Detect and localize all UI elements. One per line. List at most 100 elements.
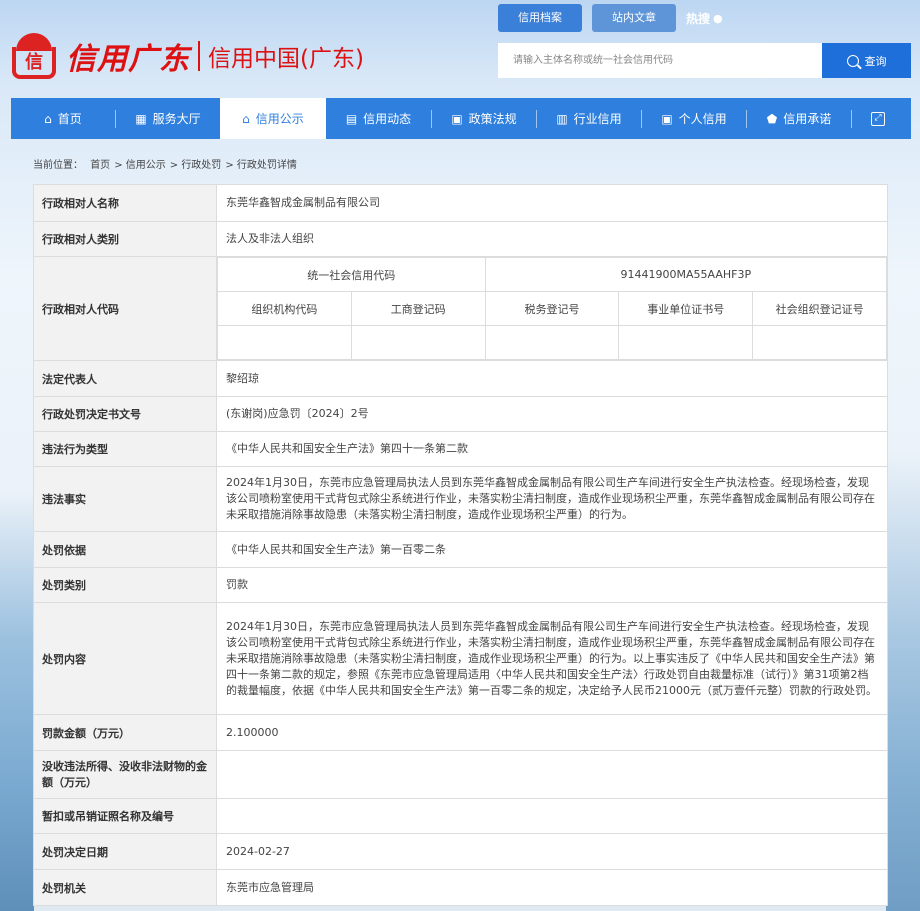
table-row: 处罚机关 东莞市应急管理局 [33, 869, 888, 906]
table-row: 违法行为类型 《中华人民共和国安全生产法》第四十一条第二款 [33, 431, 888, 467]
background-skyline-left [0, 491, 34, 911]
grid-icon: ▦ [135, 111, 147, 126]
top-tabs: 信用档案 站内文章 热搜 ● [498, 4, 723, 32]
table-row: 行政相对人名称 东莞华鑫智成金属制品有限公司 [33, 184, 888, 222]
field-label: 罚款金额（万元） [33, 714, 217, 751]
sub-value [618, 325, 754, 360]
field-label: 行政相对人类别 [33, 221, 217, 257]
hot-search-label: 热搜 [686, 11, 711, 26]
search-button[interactable]: 查询 [822, 43, 911, 78]
table-row: 处罚决定日期 2024-02-27 [33, 833, 888, 870]
penalty-detail-table: 行政相对人名称 东莞华鑫智成金属制品有限公司 行政相对人类别 法人及非法人组织 … [33, 184, 888, 906]
tab-site-articles[interactable]: 站内文章 [592, 4, 676, 32]
expand-icon: ⤢ [871, 111, 885, 126]
table-row: 行政处罚决定书文号 (东谢岗)应急罚〔2024〕2号 [33, 396, 888, 432]
person-icon: ▣ [661, 111, 673, 126]
uscc-label: 统一社会信用代码 [217, 257, 486, 292]
field-label: 处罚依据 [33, 531, 217, 568]
nav-item-label: 首页 [57, 112, 82, 126]
site-logo[interactable]: 信 信用广东 信用中国(广东) [12, 30, 364, 82]
breadcrumb-link-penalty[interactable]: 行政处罚 [181, 160, 221, 171]
hot-search-link[interactable]: 热搜 ● [686, 10, 723, 27]
field-value: 2024年1月30日，东莞市应急管理局执法人员到东莞华鑫智成金属制品有限公司生产… [216, 466, 888, 532]
nav-item-credit-commitment[interactable]: ⬟ 信用承诺 [747, 98, 851, 139]
breadcrumb-prefix: 当前位置： [33, 160, 83, 171]
site-header: 信 信用广东 信用中国(广东) 信用档案 站内文章 热搜 ● 查询 [0, 0, 920, 98]
logo-script-text: 信用广东 [66, 42, 190, 77]
logo-subtitle: 信用中国(广东) [208, 46, 364, 72]
background-skyline-right [886, 451, 920, 911]
nav-expand-button[interactable]: ⤢ [852, 98, 904, 139]
table-row: 行政相对人代码 统一社会信用代码 91441900MA55AAHF3P 组织机构… [33, 256, 888, 361]
table-row: 处罚依据 《中华人民共和国安全生产法》第一百零二条 [33, 531, 888, 568]
code-subtable: 统一社会信用代码 91441900MA55AAHF3P 组织机构代码 工商登记码… [217, 257, 888, 360]
sub-header: 组织机构代码 [217, 291, 352, 326]
table-row: 法定代表人 黎绍琼 [33, 360, 888, 397]
search-bar: 查询 [498, 43, 911, 78]
field-label: 处罚机关 [33, 869, 217, 906]
nav-item-credit-news[interactable]: ▤ 信用动态 [326, 98, 431, 139]
breadcrumb-link-publicity[interactable]: 信用公示 [126, 160, 166, 171]
field-value: 2024-02-27 [216, 833, 888, 870]
search-button-label: 查询 [864, 54, 887, 68]
nav-item-label: 行业信用 [573, 112, 622, 126]
table-row: 违法事实 2024年1月30日，东莞市应急管理局执法人员到东莞华鑫智成金属制品有… [33, 466, 888, 532]
table-row: 没收违法所得、没收非法财物的金额（万元） [33, 750, 888, 799]
sub-value [484, 325, 620, 360]
announce-icon: ⌂ [242, 111, 250, 126]
nav-item-credit-publicity[interactable]: ⌂ 信用公示 [220, 98, 326, 139]
field-value: 东莞华鑫智成金属制品有限公司 [216, 184, 888, 222]
field-value: 《中华人民共和国安全生产法》第一百零二条 [216, 531, 888, 568]
sub-header: 税务登记号 [484, 291, 620, 326]
main-nav: ⌂ 首页 ▦ 服务大厅 ⌂ 信用公示 ▤ 信用动态 ▣ 政策法规 ▥ 行业信用 … [11, 98, 911, 139]
book-icon: ▣ [451, 111, 463, 126]
table-row: 行政相对人类别 法人及非法人组织 [33, 221, 888, 257]
logo-emblem-icon: 信 [12, 33, 56, 79]
table-row: 罚款金额（万元） 2.100000 [33, 714, 888, 751]
field-value: 2024年1月30日，东莞市应急管理局执法人员到东莞华鑫智成金属制品有限公司生产… [216, 602, 888, 715]
nav-item-service-hall[interactable]: ▦ 服务大厅 [116, 98, 220, 139]
code-subtable-cell: 统一社会信用代码 91441900MA55AAHF3P 组织机构代码 工商登记码… [216, 256, 888, 361]
sub-header: 社会组织登记证号 [752, 291, 887, 326]
news-icon: ▤ [345, 111, 358, 126]
shield-icon: ⬟ [766, 111, 778, 126]
home-icon: ⌂ [44, 111, 52, 126]
nav-item-label: 政策法规 [468, 112, 517, 126]
tab-credit-archive[interactable]: 信用档案 [498, 4, 582, 32]
sub-header: 事业单位证书号 [618, 291, 754, 326]
building-icon: ▥ [556, 111, 568, 126]
nav-item-personal-credit[interactable]: ▣ 个人信用 [642, 98, 746, 139]
nav-item-label: 信用动态 [363, 112, 412, 126]
field-label: 处罚类别 [33, 567, 217, 603]
breadcrumb: 当前位置： 首页 > 信用公示 > 行政处罚 > 行政处罚详情 [33, 160, 297, 171]
field-label: 行政相对人名称 [33, 184, 217, 222]
sub-value [350, 325, 486, 360]
field-label: 法定代表人 [33, 360, 217, 397]
field-value: 罚款 [216, 567, 888, 603]
nav-item-label: 服务大厅 [152, 112, 201, 126]
flame-icon: ● [713, 11, 723, 25]
nav-item-label: 信用承诺 [783, 112, 832, 126]
table-row: 处罚内容 2024年1月30日，东莞市应急管理局执法人员到东莞华鑫智成金属制品有… [33, 602, 888, 715]
field-label: 违法事实 [33, 466, 217, 532]
field-value [216, 750, 888, 799]
nav-item-policy[interactable]: ▣ 政策法规 [432, 98, 536, 139]
field-value: 《中华人民共和国安全生产法》第四十一条第二款 [216, 431, 888, 467]
breadcrumb-link-home[interactable]: 首页 [90, 160, 110, 171]
nav-item-label: 个人信用 [678, 112, 727, 126]
table-row: 处罚类别 罚款 [33, 567, 888, 603]
nav-item-home[interactable]: ⌂ 首页 [11, 98, 115, 139]
logo-divider [198, 41, 200, 71]
nav-item-industry-credit[interactable]: ▥ 行业信用 [537, 98, 641, 139]
search-input[interactable] [498, 43, 822, 78]
field-label: 行政处罚决定书文号 [33, 396, 217, 432]
field-label: 暂扣或吊销证照名称及编号 [33, 798, 217, 834]
field-label: 没收违法所得、没收非法财物的金额（万元） [33, 750, 217, 799]
field-label: 行政相对人代码 [33, 256, 217, 361]
breadcrumb-current: 行政处罚详情 [236, 160, 297, 171]
field-label: 违法行为类型 [33, 431, 217, 467]
field-label: 处罚决定日期 [33, 833, 217, 870]
sub-value [217, 325, 352, 360]
field-value: 法人及非法人组织 [216, 221, 888, 257]
field-value: 东莞市应急管理局 [216, 869, 888, 906]
